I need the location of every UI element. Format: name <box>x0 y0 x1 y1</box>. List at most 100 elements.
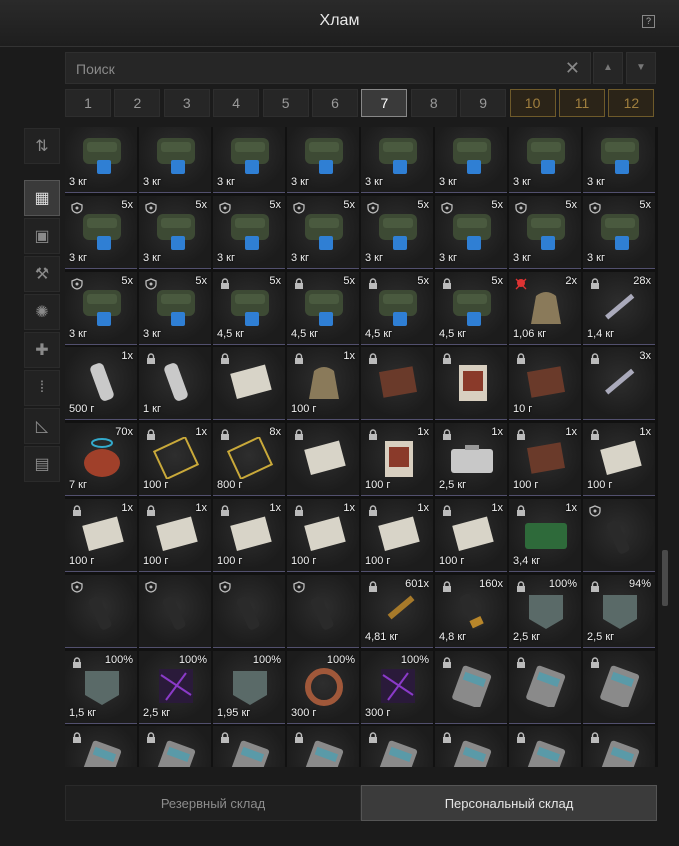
inventory-slot[interactable]: 1x 100 г <box>213 499 285 572</box>
personal-storage-tab[interactable]: Персональный склад <box>361 785 657 821</box>
inventory-slot[interactable]: 5x 3 кг <box>65 271 137 345</box>
inventory-slot[interactable] <box>509 650 581 724</box>
inventory-slot[interactable]: 1x 100 г <box>139 499 211 572</box>
inventory-slot[interactable] <box>65 726 137 767</box>
inventory-slot[interactable]: 28x 1,4 кг <box>583 271 655 345</box>
page-tab-7[interactable]: 7 <box>361 89 408 117</box>
search-box[interactable]: ✕ <box>65 52 591 84</box>
inventory-slot[interactable] <box>287 726 359 767</box>
sidebar-medkit-button[interactable]: ✚ <box>24 332 60 368</box>
page-tab-12[interactable]: 12 <box>608 89 655 117</box>
inventory-slot[interactable]: 601x 4,81 кг <box>361 574 433 648</box>
inventory-slot[interactable]: 8x 800 г <box>213 423 285 497</box>
inventory-slot[interactable]: 1x 100 г <box>287 347 359 421</box>
inventory-slot[interactable]: 5x 3 кг <box>509 195 581 269</box>
inventory-slot[interactable] <box>287 423 359 497</box>
sidebar-storage-box-button[interactable]: ▤ <box>24 446 60 482</box>
inventory-slot[interactable] <box>435 726 507 767</box>
inventory-slot[interactable]: 5x 4,5 кг <box>213 271 285 345</box>
inventory-slot[interactable] <box>583 499 655 572</box>
scroll-down-button[interactable]: ▼ <box>626 52 656 84</box>
sidebar-tools-button[interactable]: ◺ <box>24 408 60 444</box>
inventory-slot[interactable]: 70x 7 кг <box>65 423 137 497</box>
inventory-slot[interactable] <box>361 347 433 421</box>
page-tab-3[interactable]: 3 <box>163 89 210 117</box>
inventory-slot[interactable]: 5x 3 кг <box>435 195 507 269</box>
inventory-slot[interactable]: 3 кг <box>139 127 211 193</box>
inventory-slot[interactable] <box>583 726 655 767</box>
search-input[interactable] <box>74 60 558 78</box>
grid-scrollbar[interactable] <box>662 550 668 606</box>
inventory-slot[interactable] <box>139 574 211 648</box>
sidebar-ammo-button[interactable]: ⁞ <box>24 370 60 406</box>
page-tab-2[interactable]: 2 <box>114 89 161 117</box>
inventory-slot[interactable]: 5x 4,5 кг <box>435 271 507 345</box>
inventory-slot[interactable]: 1x 100 г <box>139 423 211 497</box>
inventory-slot[interactable]: 3 кг <box>435 127 507 193</box>
inventory-slot[interactable] <box>213 574 285 648</box>
inventory-slot[interactable]: 3 кг <box>287 127 359 193</box>
inventory-slot[interactable]: 3 кг <box>509 127 581 193</box>
inventory-slot[interactable]: 2x 1,06 кг <box>509 271 581 345</box>
inventory-slot[interactable]: 3 кг <box>361 127 433 193</box>
inventory-slot[interactable] <box>65 574 137 648</box>
page-tab-8[interactable]: 8 <box>410 89 457 117</box>
inventory-slot[interactable]: 5x 3 кг <box>287 195 359 269</box>
inventory-slot[interactable]: 100% 1,5 кг <box>65 650 137 724</box>
inventory-slot[interactable]: 1x 2,5 кг <box>435 423 507 497</box>
inventory-slot[interactable]: 3 кг <box>65 127 137 193</box>
sidebar-grid-button[interactable]: ▦ <box>24 180 60 216</box>
page-tab-6[interactable]: 6 <box>312 89 358 117</box>
inventory-slot[interactable]: 5x 3 кг <box>65 195 137 269</box>
inventory-slot[interactable] <box>139 726 211 767</box>
inventory-slot[interactable]: 1 кг <box>139 347 211 421</box>
sidebar-armor-button[interactable]: ▣ <box>24 218 60 254</box>
inventory-slot[interactable]: 100% 300 г <box>361 650 433 724</box>
inventory-slot[interactable]: 5x 3 кг <box>139 271 211 345</box>
inventory-slot[interactable]: 1x 100 г <box>65 499 137 572</box>
page-tab-10[interactable]: 10 <box>509 89 556 117</box>
inventory-slot[interactable] <box>583 650 655 724</box>
help-icon[interactable]: ? <box>642 15 655 28</box>
inventory-slot[interactable] <box>213 726 285 767</box>
inventory-slot[interactable]: 5x 3 кг <box>583 195 655 269</box>
page-tab-5[interactable]: 5 <box>262 89 309 117</box>
inventory-slot[interactable]: 5x 3 кг <box>361 195 433 269</box>
inventory-slot[interactable]: 1x 100 г <box>583 423 655 497</box>
inventory-slot[interactable]: 1x 3,4 кг <box>509 499 581 572</box>
inventory-slot[interactable]: 3 кг <box>213 127 285 193</box>
page-tab-9[interactable]: 9 <box>460 89 507 117</box>
clear-search-icon[interactable]: ✕ <box>565 58 580 79</box>
inventory-slot[interactable]: 3x <box>583 347 655 421</box>
inventory-slot[interactable] <box>361 726 433 767</box>
inventory-slot[interactable]: 100% 300 г <box>287 650 359 724</box>
sidebar-weapon-button[interactable]: ⚒ <box>24 256 60 292</box>
inventory-slot[interactable]: 5x 4,5 кг <box>287 271 359 345</box>
inventory-slot[interactable] <box>287 574 359 648</box>
page-tab-4[interactable]: 4 <box>213 89 260 117</box>
inventory-slot[interactable]: 100% 2,5 кг <box>509 574 581 648</box>
inventory-slot[interactable]: 1x 100 г <box>361 423 433 497</box>
inventory-slot[interactable]: 3 кг <box>583 127 655 193</box>
scroll-up-button[interactable]: ▲ <box>593 52 623 84</box>
inventory-slot[interactable] <box>435 650 507 724</box>
page-tab-1[interactable]: 1 <box>65 89 111 117</box>
inventory-slot[interactable]: 1x 100 г <box>361 499 433 572</box>
inventory-slot[interactable]: 1x 500 г <box>65 347 137 421</box>
inventory-slot[interactable]: 100% 1,95 кг <box>213 650 285 724</box>
inventory-slot[interactable]: 5x 3 кг <box>139 195 211 269</box>
inventory-slot[interactable]: 160x 4,8 кг <box>435 574 507 648</box>
inventory-slot[interactable]: 10 г <box>509 347 581 421</box>
inventory-slot[interactable] <box>435 347 507 421</box>
sidebar-artifact-button[interactable]: ✺ <box>24 294 60 330</box>
inventory-slot[interactable] <box>509 726 581 767</box>
inventory-slot[interactable]: 1x 100 г <box>287 499 359 572</box>
inventory-slot[interactable]: 5x 4,5 кг <box>361 271 433 345</box>
page-tab-11[interactable]: 11 <box>559 89 605 117</box>
inventory-slot[interactable]: 94% 2,5 кг <box>583 574 655 648</box>
inventory-slot[interactable]: 1x 100 г <box>435 499 507 572</box>
inventory-slot[interactable]: 5x 3 кг <box>213 195 285 269</box>
inventory-slot[interactable]: 1x 100 г <box>509 423 581 497</box>
inventory-slot[interactable]: 100% 2,5 кг <box>139 650 211 724</box>
inventory-slot[interactable] <box>213 347 285 421</box>
